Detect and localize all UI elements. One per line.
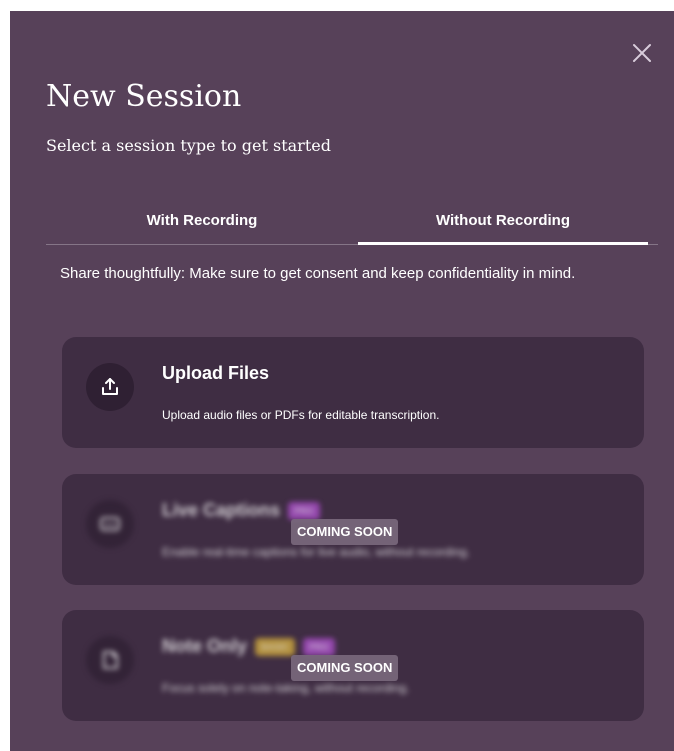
dialog-subtitle: Select a session type to get started bbox=[46, 136, 331, 155]
close-button[interactable] bbox=[628, 39, 656, 67]
option-title: Live Captions bbox=[162, 500, 281, 520]
captions-icon-circle bbox=[86, 500, 134, 548]
captions-icon bbox=[100, 517, 120, 531]
note-only-option: Note Only BASIC PRO Focus solely on note-t… bbox=[62, 610, 644, 721]
live-captions-option: Live Captions PRO Enable real-time captio… bbox=[62, 474, 644, 585]
basic-badge: BASIC bbox=[255, 638, 296, 657]
pro-badge: PRO bbox=[288, 502, 320, 521]
option-description: Enable real-time captions for live audio… bbox=[162, 545, 471, 559]
dialog-title: New Session bbox=[46, 79, 242, 114]
option-title: Upload Files bbox=[162, 363, 270, 383]
active-tab-indicator bbox=[358, 242, 648, 245]
option-description: Focus solely on note-taking, without rec… bbox=[162, 681, 410, 695]
tab-with-recording[interactable]: With Recording bbox=[46, 201, 358, 244]
consent-notice: Share thoughtfully: Make sure to get con… bbox=[60, 265, 576, 282]
option-description: Upload audio files or PDFs for editable … bbox=[162, 408, 440, 422]
upload-icon-circle bbox=[86, 363, 134, 411]
tab-label: Without Recording bbox=[435, 212, 570, 229]
note-icon-circle bbox=[86, 636, 134, 684]
option-title: Note Only bbox=[162, 636, 248, 656]
upload-files-option[interactable]: Upload Files Upload audio files or PDFs … bbox=[62, 337, 644, 448]
tab-without-recording[interactable]: Without Recording bbox=[358, 201, 648, 245]
coming-soon-badge: COMING SOON bbox=[291, 519, 399, 545]
upload-icon bbox=[102, 378, 118, 395]
note-icon bbox=[103, 651, 118, 669]
pro-badge: PRO bbox=[303, 638, 335, 657]
session-type-tabs: With Recording Without Recording bbox=[46, 201, 658, 245]
new-session-dialog: New Session Select a session type to get… bbox=[10, 11, 674, 751]
close-icon bbox=[633, 44, 651, 62]
coming-soon-badge: COMING SOON bbox=[291, 655, 399, 681]
tab-label: With Recording bbox=[146, 212, 258, 229]
